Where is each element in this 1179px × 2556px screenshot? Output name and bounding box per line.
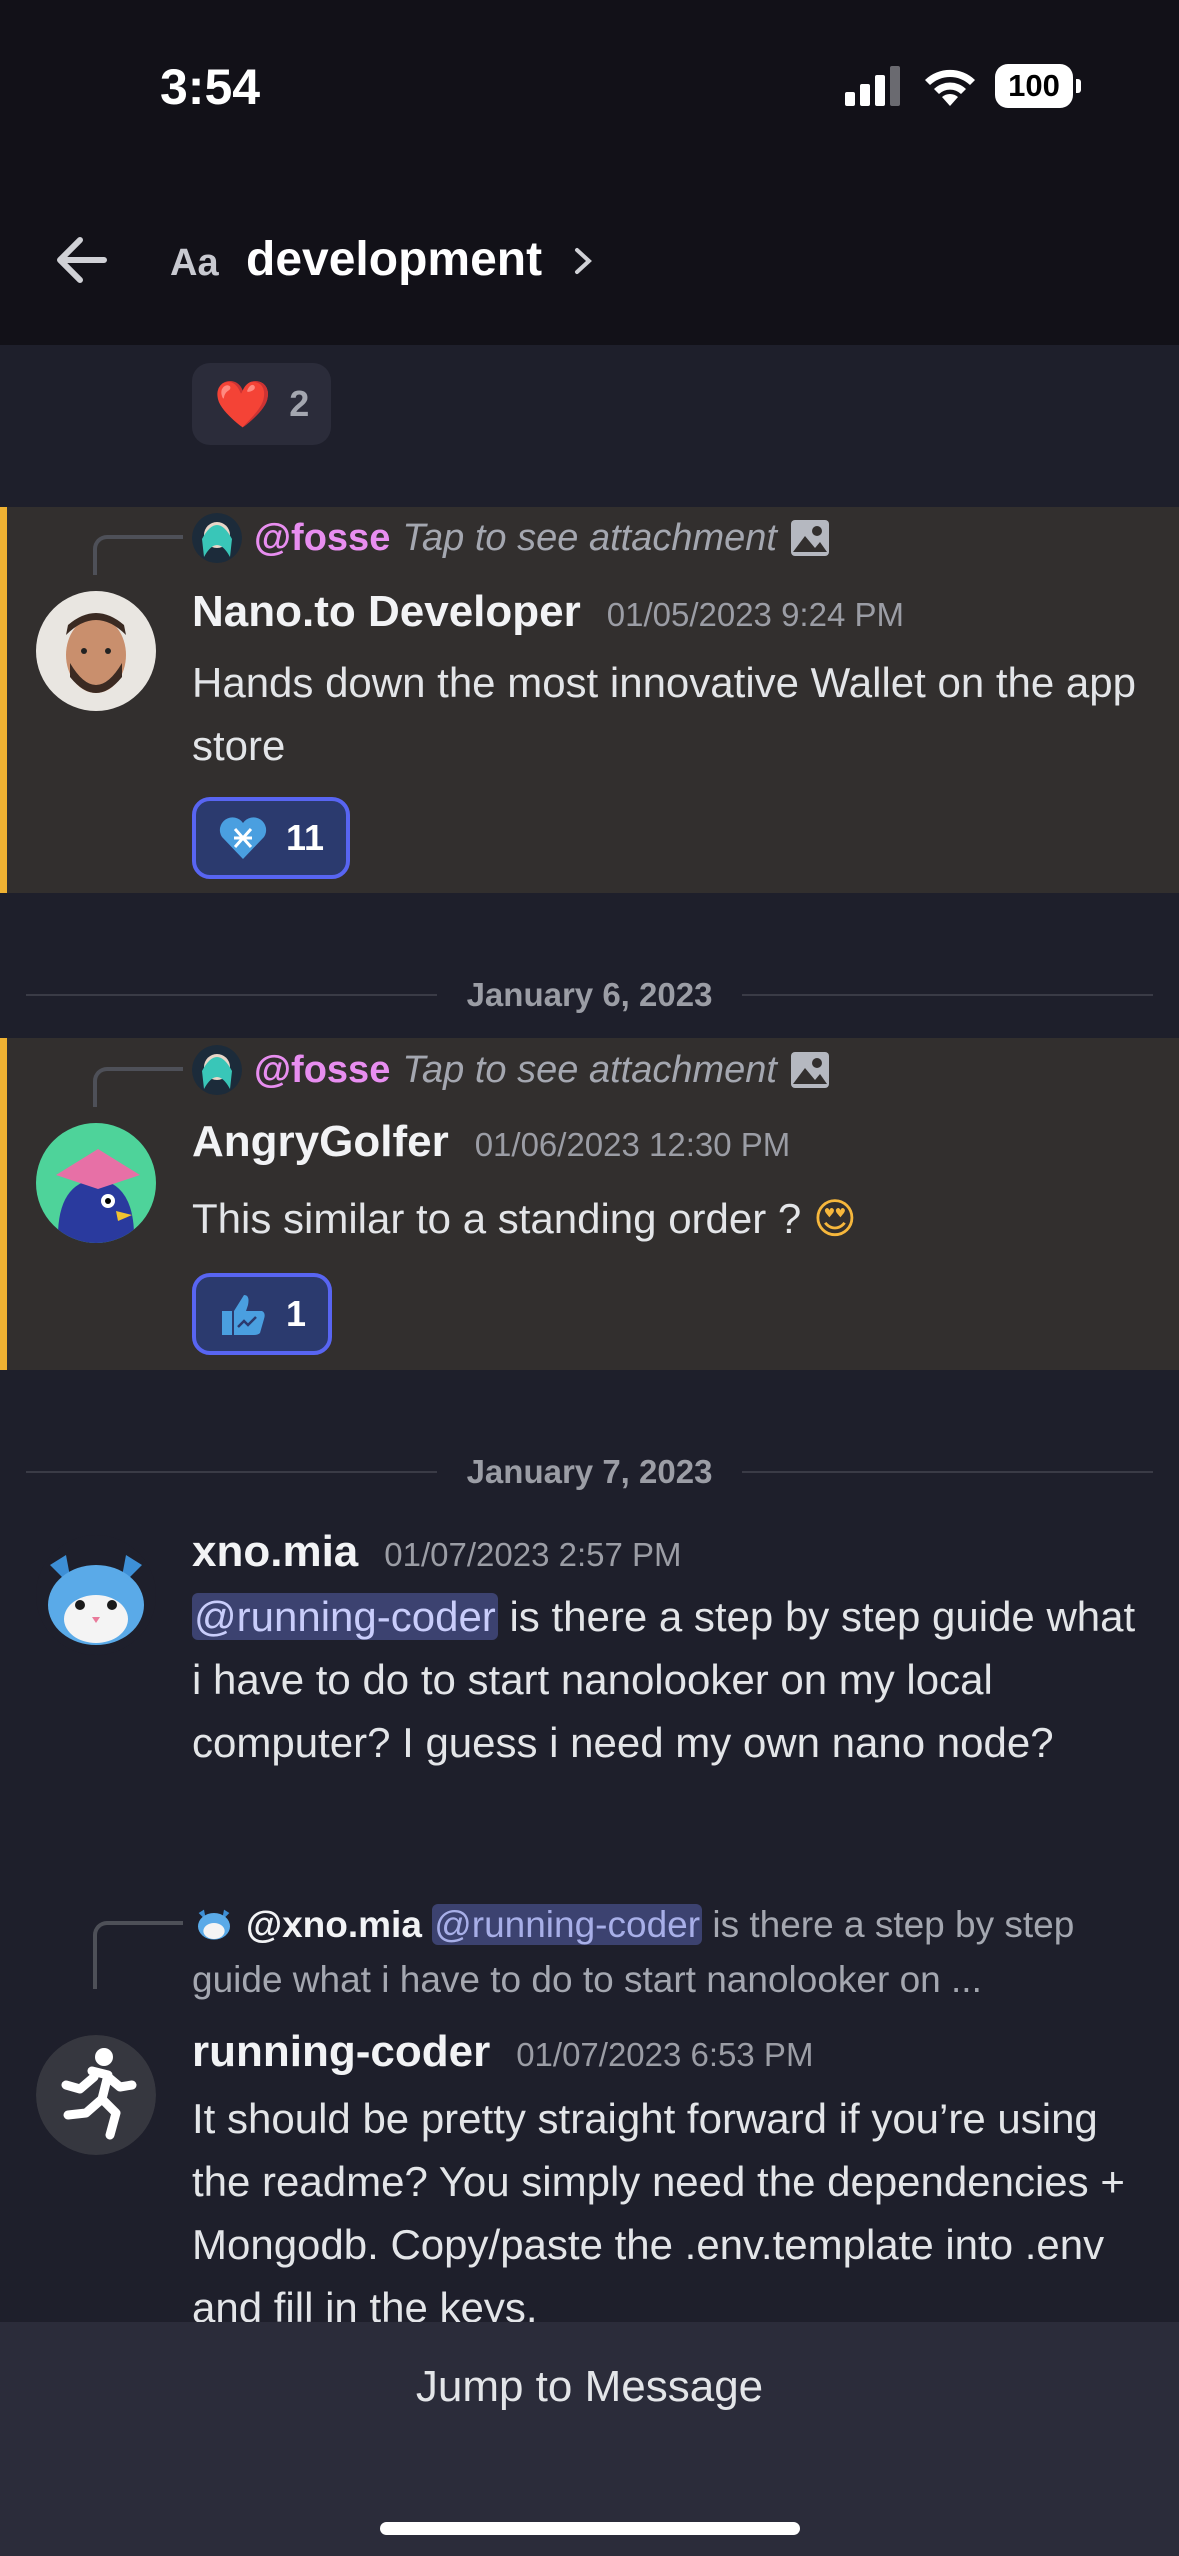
avatar[interactable] bbox=[36, 591, 156, 711]
message-text: This similar to a standing order ? bbox=[192, 1195, 802, 1242]
reaction-count: 11 bbox=[286, 817, 325, 858]
xno-mia-mini-avatar bbox=[198, 1909, 230, 1940]
avatar[interactable] bbox=[36, 1535, 156, 1655]
heart-emoji-icon: ❤️ bbox=[214, 377, 272, 430]
divider-date: January 7, 2023 bbox=[466, 1453, 713, 1490]
reaction-count: 1 bbox=[286, 1293, 307, 1334]
timestamp: 01/05/2023 9:24 PM bbox=[606, 596, 904, 633]
wifi-icon bbox=[925, 69, 975, 106]
reply-attachment-text: Tap to see attachment bbox=[402, 516, 777, 559]
reply-mention: @fosse bbox=[254, 1048, 391, 1091]
back-arrow-icon[interactable] bbox=[52, 230, 112, 290]
message-header: xno.mia 01/07/2023 2:57 PM bbox=[192, 1527, 682, 1577]
text-channel-icon: Aa bbox=[170, 242, 219, 284]
signal-icon bbox=[845, 66, 900, 106]
message-text-row: This similar to a standing order ? 😍 bbox=[192, 1187, 1152, 1250]
message-list[interactable]: ❤️ 2 @fosse Tap to see attachment Nano.t… bbox=[0, 345, 1179, 2322]
status-time: 3:54 bbox=[160, 59, 261, 115]
message-header: AngryGolfer 01/06/2023 12:30 PM bbox=[192, 1117, 790, 1167]
timestamp: 01/07/2023 2:57 PM bbox=[384, 1536, 682, 1573]
date-divider: January 7, 2023 bbox=[26, 1442, 1153, 1502]
jump-bar: Jump to Message bbox=[0, 2322, 1179, 2556]
reply-mention: @fosse bbox=[254, 516, 391, 559]
reaction-heart[interactable]: ❤️ 2 bbox=[192, 363, 332, 445]
date-divider: January 6, 2023 bbox=[26, 965, 1153, 1025]
avatar[interactable] bbox=[36, 1123, 156, 1243]
message-text-row: @running-coder is there a step by step g… bbox=[192, 1585, 1152, 1774]
user-mention[interactable]: @running-coder bbox=[192, 1593, 498, 1640]
username[interactable]: running-coder bbox=[192, 2027, 490, 2077]
image-icon bbox=[790, 1052, 829, 1088]
status-bar: 3:54 100 bbox=[0, 0, 1179, 180]
username[interactable]: xno.mia bbox=[192, 1527, 358, 1577]
timestamp: 01/06/2023 12:30 PM bbox=[474, 1126, 791, 1163]
channel-title[interactable]: development bbox=[246, 232, 542, 287]
reply-mention: @running-coder bbox=[432, 1904, 703, 1945]
username[interactable]: Nano.to Developer bbox=[192, 587, 581, 637]
chevron-right-icon[interactable] bbox=[572, 246, 594, 276]
channel-header: Aa development bbox=[0, 180, 1179, 345]
timestamp: 01/07/2023 6:53 PM bbox=[516, 2036, 814, 2073]
reaction-nano-heart[interactable]: 11 bbox=[192, 797, 351, 879]
username[interactable]: AngryGolfer bbox=[192, 1117, 449, 1167]
reaction-count: 2 bbox=[289, 383, 310, 424]
home-indicator bbox=[380, 2522, 800, 2535]
message-text: It should be pretty straight forward if … bbox=[192, 2095, 1125, 2322]
reply-author: @xno.mia bbox=[246, 1904, 422, 1945]
image-icon bbox=[790, 520, 829, 556]
reply-reference[interactable]: @xno.mia @running-coder is there a step … bbox=[192, 1897, 1152, 2007]
reply-reference[interactable]: @fosse Tap to see attachment bbox=[192, 513, 831, 563]
message-header: Nano.to Developer 01/05/2023 9:24 PM bbox=[192, 587, 904, 637]
reply-attachment-text: Tap to see attachment bbox=[402, 1048, 777, 1091]
thumbs-up-icon bbox=[222, 1295, 265, 1335]
fosse-avatar bbox=[192, 513, 242, 563]
reaction-thumbs-up[interactable]: 1 bbox=[192, 1273, 333, 1355]
battery-level: 100 bbox=[995, 64, 1073, 108]
message-text: Hands down the most innovative Wallet on… bbox=[192, 659, 1136, 769]
divider-date: January 6, 2023 bbox=[466, 976, 713, 1013]
reply-reference[interactable]: @fosse Tap to see attachment bbox=[192, 1045, 831, 1095]
nano-heart-icon bbox=[219, 817, 267, 859]
jump-to-message-button[interactable]: Jump to Message bbox=[0, 2362, 1179, 2412]
fosse-avatar bbox=[192, 1045, 242, 1095]
heart-eyes-emoji-icon: 😍 bbox=[812, 1195, 857, 1242]
avatar[interactable] bbox=[36, 2035, 156, 2155]
battery-icon: 100 bbox=[995, 64, 1081, 108]
message-header: running-coder 01/07/2023 6:53 PM bbox=[192, 2027, 813, 2077]
